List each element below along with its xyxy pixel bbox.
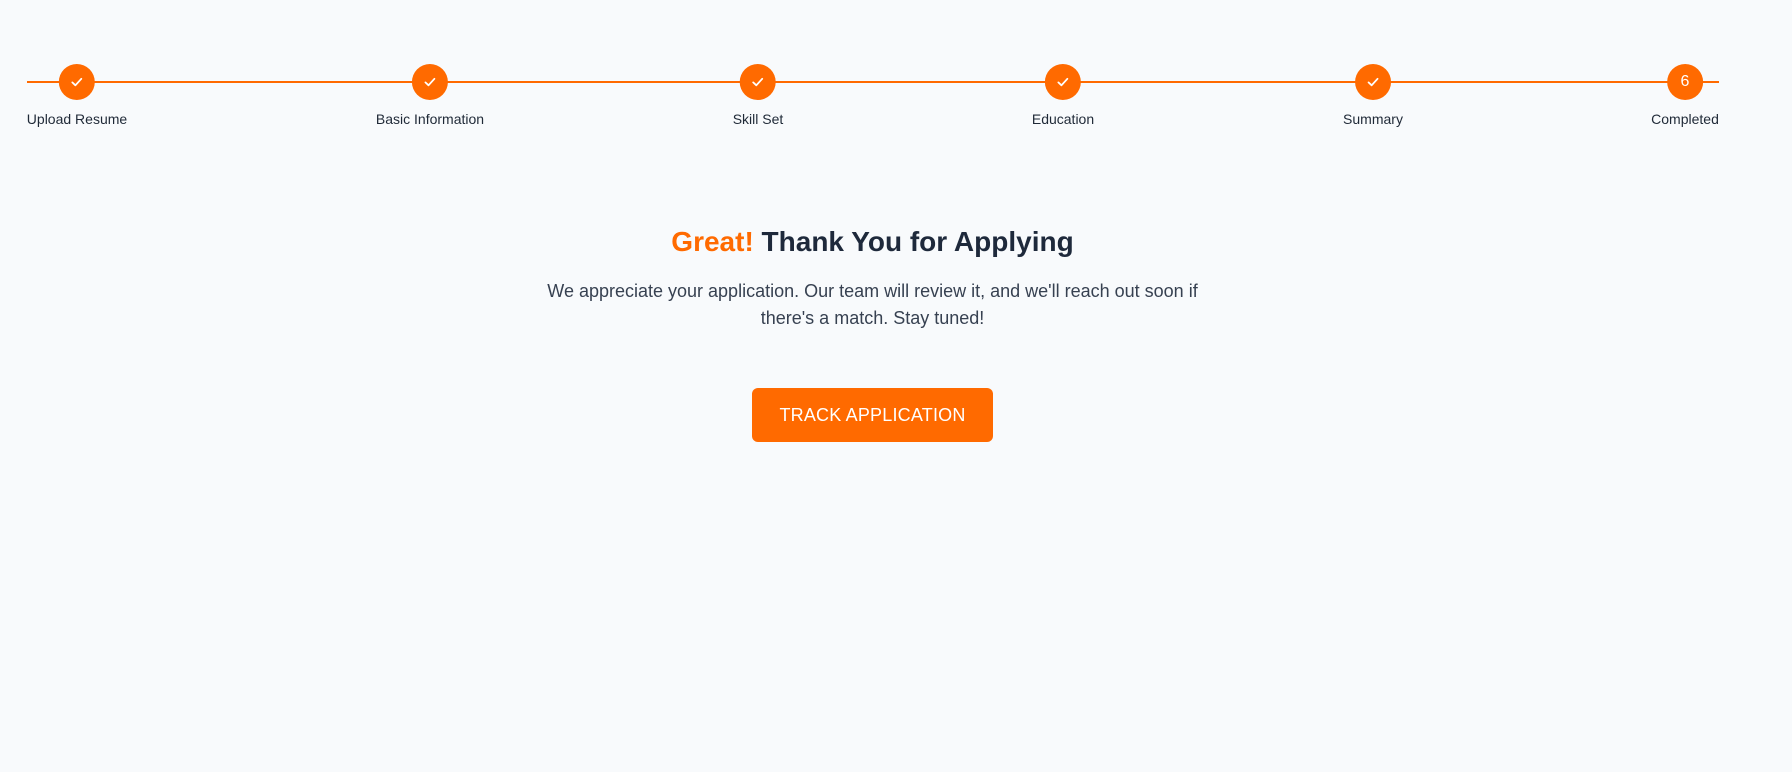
step-summary: Summary <box>1343 64 1403 128</box>
step-circle-completed <box>1355 64 1391 100</box>
step-number: 6 <box>1680 73 1690 90</box>
step-completed: 6 Completed <box>1651 64 1719 128</box>
step-education: Education <box>1032 64 1094 128</box>
check-icon <box>71 77 83 87</box>
title-accent: Great! <box>671 226 754 257</box>
step-circle-completed <box>739 64 776 100</box>
step-circle-completed <box>411 64 448 100</box>
step-label: Completed <box>1651 111 1719 127</box>
track-application-button[interactable]: TRACK APPLICATION <box>752 388 993 442</box>
step-circle-completed <box>1045 64 1081 100</box>
check-icon <box>752 77 764 87</box>
check-icon <box>1057 77 1069 87</box>
step-label: Basic Information <box>375 111 485 127</box>
page-title: Great! Thank You for Applying <box>671 222 1073 262</box>
step-upload-resume: Upload Resume <box>27 64 127 128</box>
check-icon <box>424 77 436 87</box>
check-icon <box>1367 77 1379 87</box>
step-circle-current: 6 <box>1666 64 1703 100</box>
confirmation-message: We appreciate your application. Our team… <box>547 281 1198 328</box>
step-label: Skill Set <box>732 111 784 127</box>
step-skill-set: Skill Set <box>732 64 784 128</box>
step-circle-completed <box>58 64 95 100</box>
progress-stepper: Upload Resume Basic Information Skill Se… <box>0 0 1792 140</box>
stepper-line <box>27 81 1719 83</box>
title-text: Thank You for Applying <box>761 226 1074 257</box>
step-label: Summary <box>1343 111 1403 127</box>
step-label: Upload Resume <box>26 111 128 127</box>
step-label: Education <box>1031 111 1095 127</box>
confirmation-panel: Great! Thank You for Applying We appreci… <box>0 222 1745 442</box>
step-basic-information: Basic Information <box>376 64 484 128</box>
